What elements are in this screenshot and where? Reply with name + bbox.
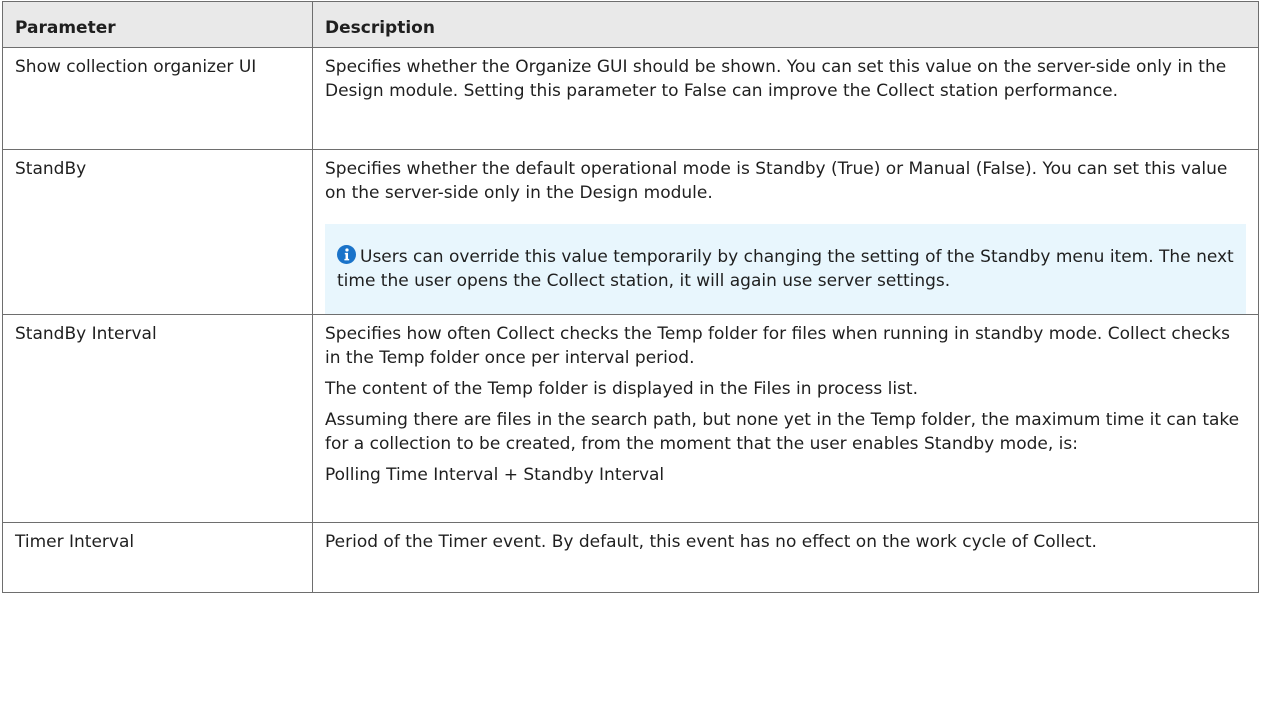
info-note: Users can override this value temporaril… — [325, 224, 1246, 314]
table-header-row: Parameter Description — [2, 1, 1259, 48]
parameter-cell: Timer Interval — [2, 522, 313, 593]
description-cell: Specifies how often Collect checks the T… — [312, 314, 1259, 523]
description-cell: Specifies whether the Organize GUI shoul… — [312, 47, 1259, 150]
description-cell: Period of the Timer event. By default, t… — [312, 522, 1259, 593]
table-row: Show collection organizer UI Specifies w… — [2, 47, 1259, 150]
parameter-cell: StandBy — [2, 149, 313, 315]
info-icon — [337, 245, 356, 264]
table-row: StandBy Interval Specifies how often Col… — [2, 314, 1259, 523]
description-paragraph: Assuming there are files in the search p… — [325, 410, 1240, 454]
description-paragraph: Specifies how often Collect checks the T… — [325, 324, 1230, 368]
column-header-description: Description — [312, 1, 1259, 48]
table-row: StandBy Specifies whether the default op… — [2, 149, 1259, 315]
description-paragraph: Specifies whether the default operationa… — [325, 159, 1228, 203]
description-cell: Specifies whether the default operationa… — [312, 149, 1259, 315]
description-paragraph: Period of the Timer event. By default, t… — [325, 532, 1097, 552]
description-paragraph: The content of the Temp folder is displa… — [325, 379, 918, 399]
description-paragraph: Specifies whether the Organize GUI shoul… — [325, 57, 1227, 101]
info-note-text: Users can override this value temporaril… — [337, 247, 1234, 291]
parameter-cell: StandBy Interval — [2, 314, 313, 523]
parameter-cell: Show collection organizer UI — [2, 47, 313, 150]
table-row: Timer Interval Period of the Timer event… — [2, 522, 1259, 593]
parameters-table: Parameter Description Show collection or… — [2, 1, 1259, 593]
column-header-parameter: Parameter — [2, 1, 313, 48]
description-paragraph: Polling Time Interval + Standby Interval — [325, 465, 665, 485]
